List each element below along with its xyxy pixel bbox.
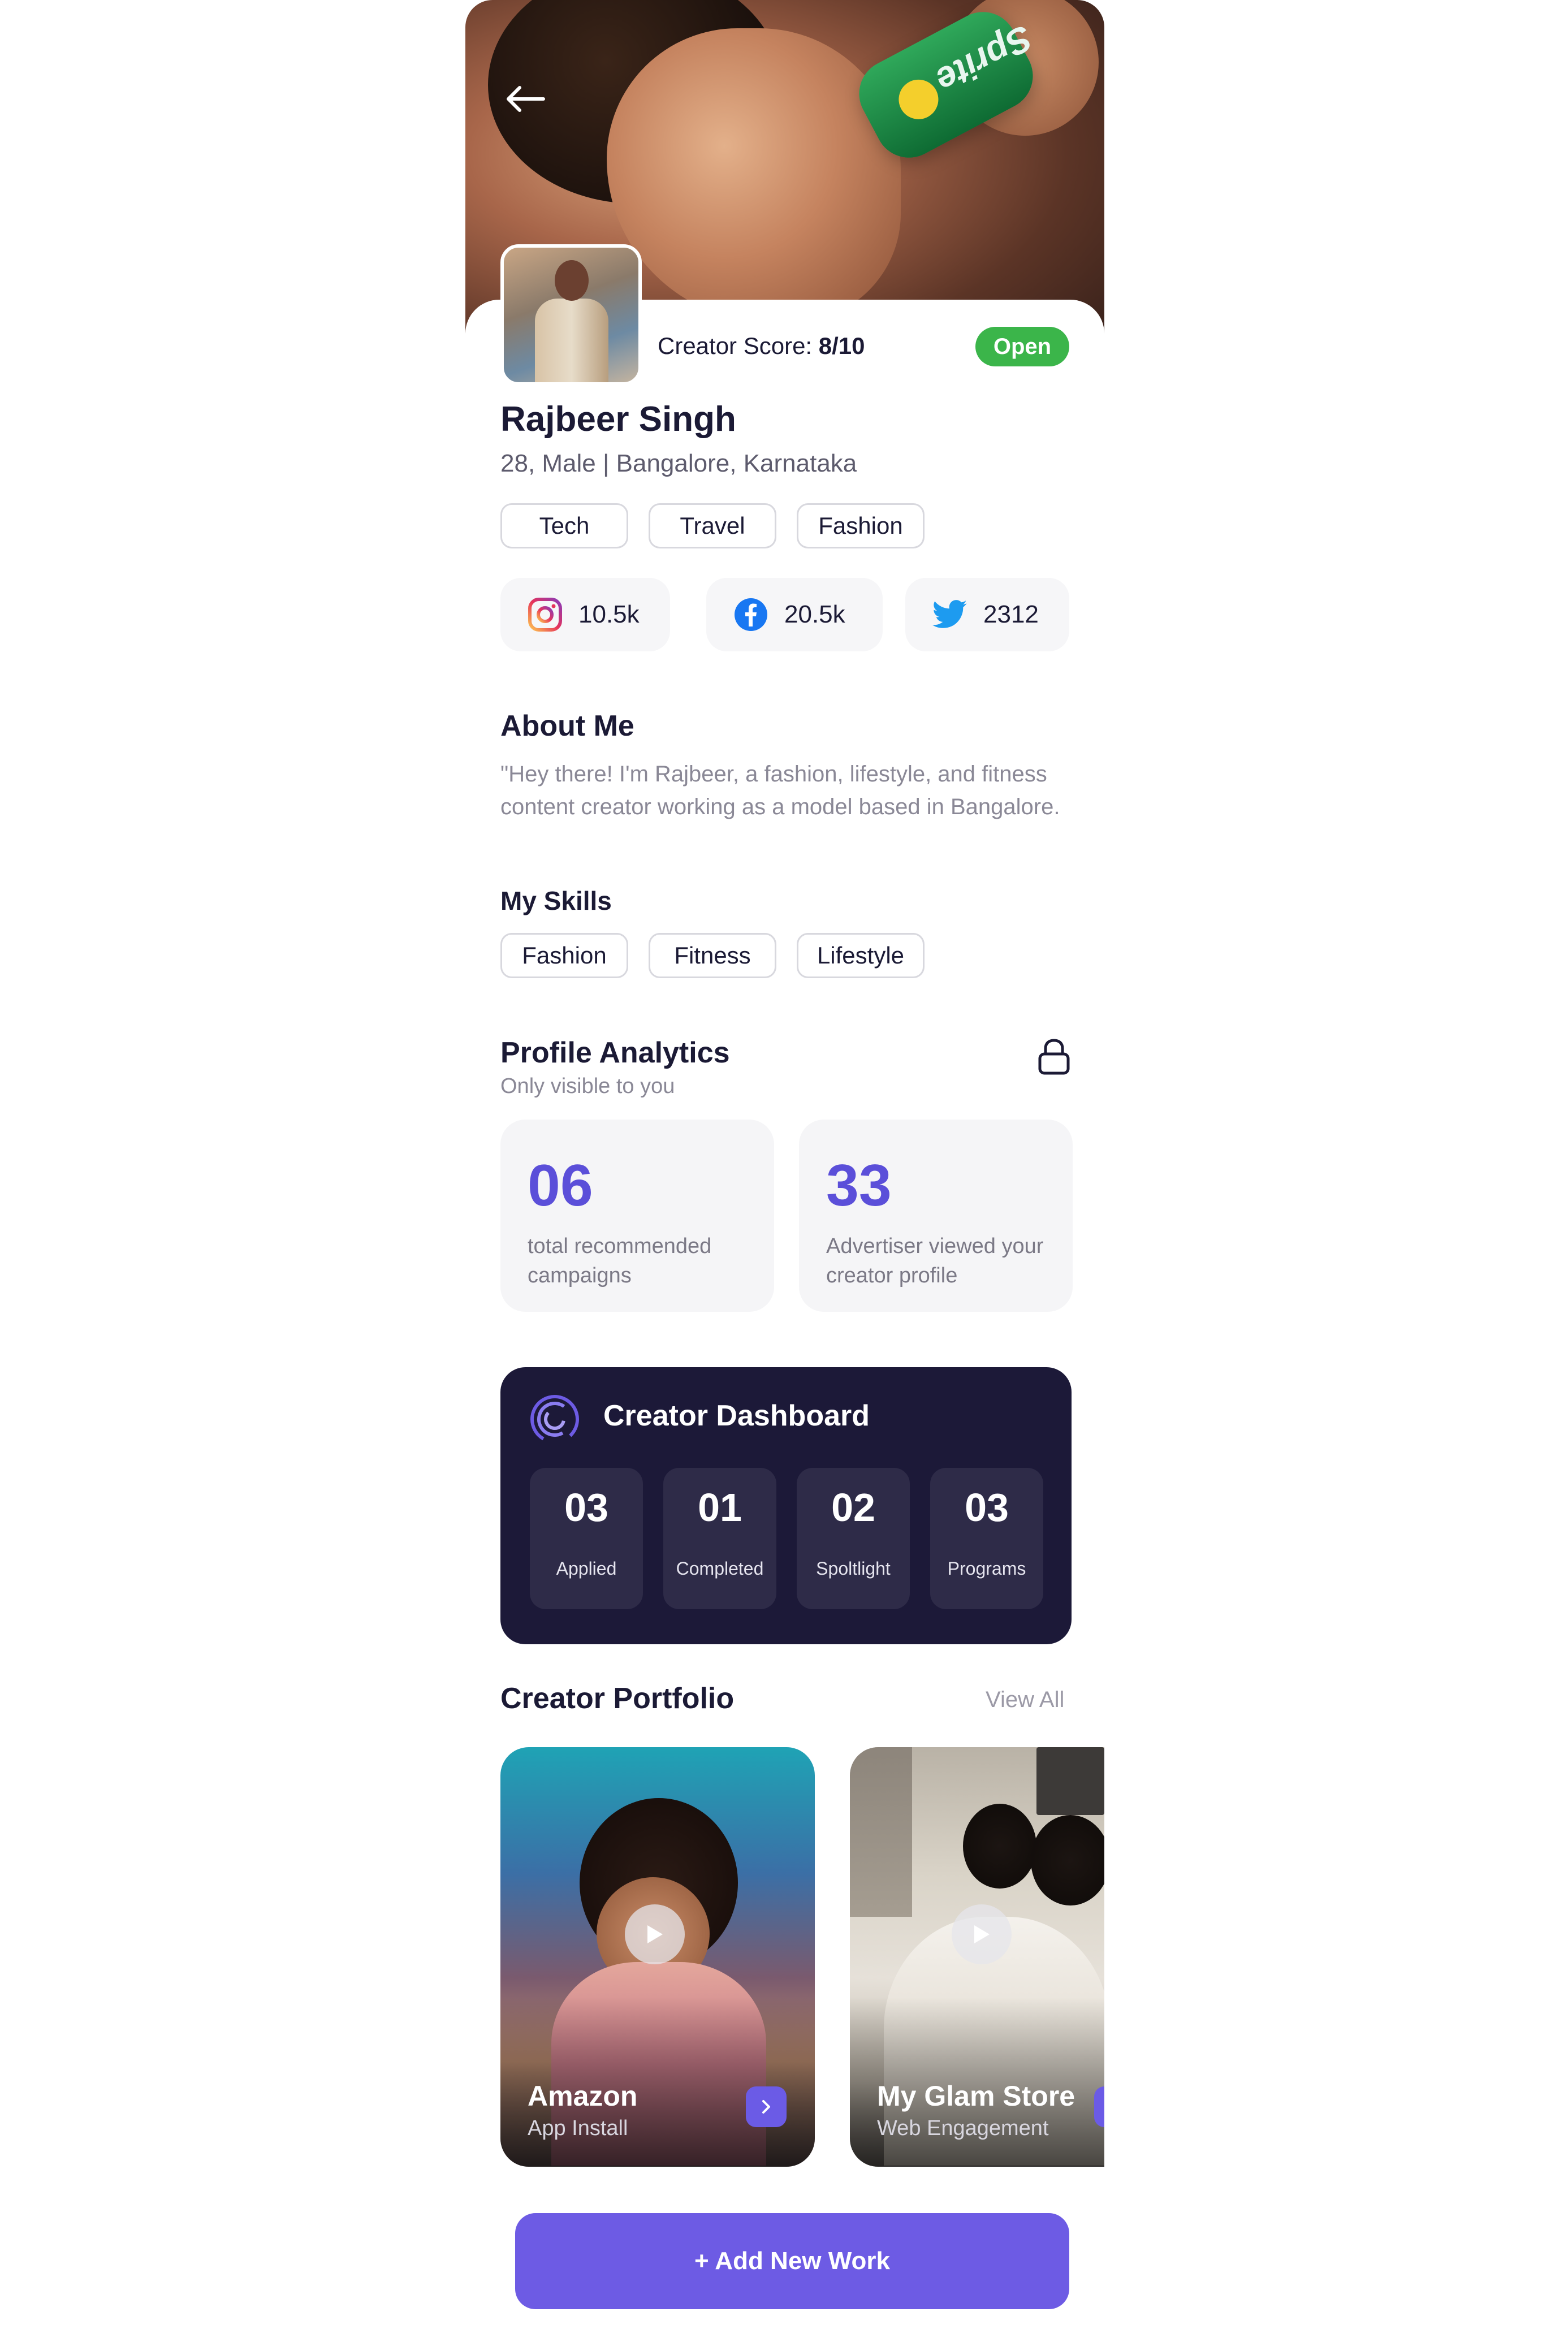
creator-score-value: 8/10	[818, 332, 865, 359]
facebook-icon	[733, 597, 768, 632]
stat-value: 06	[528, 1153, 593, 1218]
portfolio-title: Creator Portfolio	[500, 1682, 735, 1715]
portfolio-item-subtitle: App Install	[528, 2116, 628, 2140]
portfolio-item-subtitle: Web Engagement	[877, 2116, 1049, 2140]
stat-card-campaigns: 06 total recommended campaigns	[500, 1120, 774, 1312]
dashboard-tile-completed[interactable]: 01 Completed	[663, 1468, 776, 1609]
back-arrow-icon[interactable]	[504, 84, 547, 114]
about-text: "Hey there! I'm Rajbeer, a fashion, life…	[500, 762, 1060, 819]
dashboard-tile-spotlight[interactable]: 02 Spoltlight	[797, 1468, 910, 1609]
dashboard-tile-applied[interactable]: 03 Applied	[530, 1468, 643, 1609]
chevron-right-icon[interactable]	[1094, 2086, 1104, 2127]
dashboard-tile-programs[interactable]: 03 Programs	[930, 1468, 1043, 1609]
tile-value: 03	[965, 1485, 1009, 1529]
creator-score: Creator Score: 8/10	[658, 332, 865, 360]
view-all-link[interactable]: View All	[986, 1687, 1064, 1713]
tile-value: 02	[831, 1485, 875, 1529]
twitter-stat[interactable]: 2312	[905, 578, 1069, 651]
portfolio-item-title: My Glam Store	[877, 2080, 1075, 2112]
skill-chip-fitness[interactable]: Fitness	[649, 933, 776, 978]
portfolio-item-title: Amazon	[528, 2080, 638, 2112]
tile-label: Applied	[556, 1558, 617, 1579]
tile-label: Completed	[676, 1558, 764, 1579]
instagram-followers: 10.5k	[578, 600, 640, 628]
tile-value: 01	[698, 1485, 742, 1529]
creator-dashboard[interactable]: Creator Dashboard 03 Applied 01 Complete…	[500, 1367, 1072, 1644]
avatar	[500, 244, 642, 386]
status-badge: Open	[975, 327, 1069, 366]
facebook-stat[interactable]: 20.5k	[706, 578, 883, 651]
category-chip-travel[interactable]: Travel	[649, 503, 776, 548]
creator-score-label: Creator Score:	[658, 332, 813, 359]
lock-icon	[1036, 1038, 1072, 1075]
instagram-icon	[528, 597, 563, 632]
stat-card-profile-views: 33 Advertiser viewed your creator profil…	[799, 1120, 1073, 1312]
stat-value: 33	[826, 1153, 892, 1218]
chevron-right-icon[interactable]	[746, 2086, 787, 2127]
skill-chip-fashion[interactable]: Fashion	[500, 933, 628, 978]
category-chip-tech[interactable]: Tech	[500, 503, 628, 548]
analytics-subtitle: Only visible to you	[500, 1074, 675, 1098]
dashboard-spiral-icon	[528, 1392, 582, 1446]
skills-title: My Skills	[500, 886, 612, 915]
stat-label: total recommended campaigns	[528, 1234, 712, 1287]
profile-name: Rajbeer Singh	[500, 400, 736, 439]
facebook-followers: 20.5k	[784, 600, 845, 628]
analytics-title: Profile Analytics	[500, 1036, 730, 1069]
portfolio-card-amazon[interactable]: Amazon App Install	[500, 1747, 815, 2167]
profile-screen: Sprite Creator Score: 8/10 Open Rajbeer …	[465, 0, 1104, 2329]
about-title: About Me	[500, 710, 634, 742]
play-icon[interactable]	[625, 1904, 685, 1964]
dashboard-title: Creator Dashboard	[603, 1399, 870, 1432]
play-icon[interactable]	[952, 1904, 1012, 1964]
instagram-stat[interactable]: 10.5k	[500, 578, 670, 651]
tile-label: Programs	[947, 1558, 1026, 1579]
profile-meta: 28, Male | Bangalore, Karnataka	[500, 450, 857, 477]
stat-label: Advertiser viewed your creator profile	[826, 1234, 1044, 1287]
twitter-icon	[932, 597, 967, 632]
twitter-followers: 2312	[983, 600, 1039, 628]
tile-value: 03	[564, 1485, 608, 1529]
tile-label: Spoltlight	[816, 1558, 891, 1579]
skill-chip-lifestyle[interactable]: Lifestyle	[797, 933, 925, 978]
add-new-work-button[interactable]: + Add New Work	[515, 2213, 1069, 2309]
category-chip-fashion[interactable]: Fashion	[797, 503, 925, 548]
portfolio-card-my-glam-store[interactable]: My Glam Store Web Engagement	[850, 1747, 1104, 2167]
